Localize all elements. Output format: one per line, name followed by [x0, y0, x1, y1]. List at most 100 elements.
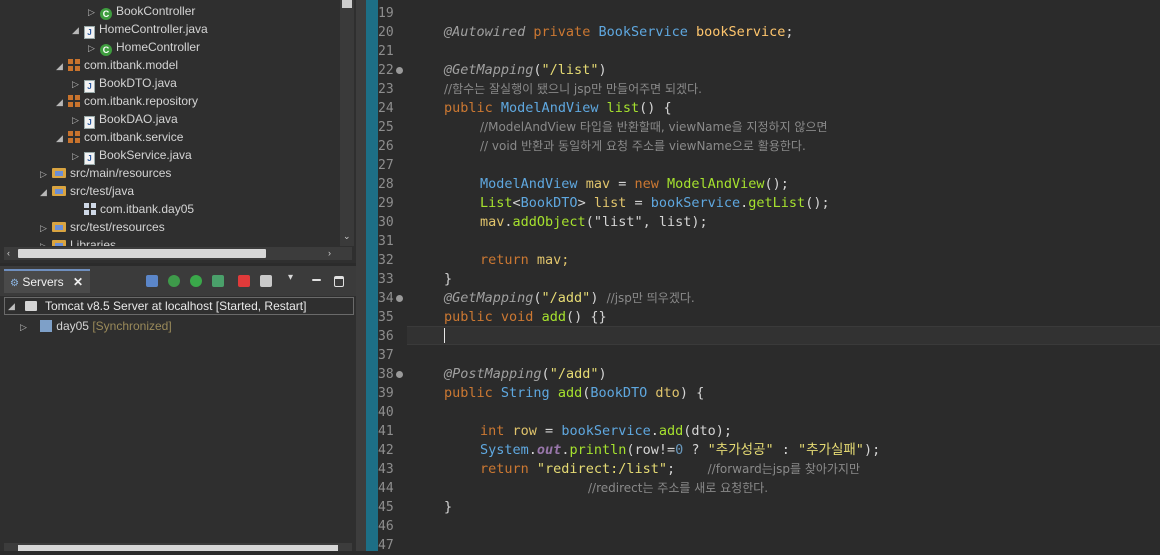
- code-line[interactable]: 30 mav.addObject("list", list);: [366, 213, 1160, 232]
- code-line[interactable]: 22 @GetMapping("/list"): [366, 61, 1160, 80]
- tree-item[interactable]: ◢ com.itbank.service: [56, 128, 183, 146]
- tree-item[interactable]: ▷ C HomeController: [88, 38, 200, 56]
- tree-item[interactable]: ▷ C BookController: [88, 2, 195, 20]
- code-line[interactable]: 32 return mav;: [366, 251, 1160, 270]
- publish-icon[interactable]: [260, 275, 272, 287]
- tree-item-label: com.itbank.service: [84, 130, 184, 144]
- method-name: add: [557, 385, 583, 401]
- code-line[interactable]: 24 public ModelAndView list() {: [366, 99, 1160, 118]
- scroll-down-icon[interactable]: ⌄: [343, 231, 351, 242]
- tree-item[interactable]: ◢ J HomeController.java: [72, 20, 208, 39]
- punctuation: ) {: [679, 385, 705, 401]
- arguments: (dto);: [683, 423, 733, 439]
- code-line[interactable]: 23 //함수는 잘실행이 됐으니 jsp만 만들어주면 되겠다.: [366, 80, 1160, 99]
- code-line[interactable]: 42 System.out.println(row!=0 ? "추가성공" : "…: [366, 441, 1160, 460]
- fold-icon[interactable]: [396, 67, 403, 74]
- vertical-scrollbar[interactable]: ⌄: [340, 0, 354, 246]
- tab-servers[interactable]: ⚙ Servers ✕: [4, 269, 90, 293]
- collapse-arrow-icon[interactable]: ◢: [56, 129, 68, 147]
- tree-item[interactable]: ◢ src/test/java: [40, 182, 134, 200]
- view-menu-icon[interactable]: ▾: [288, 272, 300, 284]
- object-ref: bookService: [650, 195, 741, 211]
- server-module[interactable]: ▷ day05 [Synchronized]: [20, 317, 172, 335]
- tree-item[interactable]: ▷ J BookService.java: [72, 146, 192, 165]
- scroll-right-icon[interactable]: ›: [328, 248, 331, 258]
- close-icon[interactable]: ✕: [73, 275, 83, 289]
- code-line[interactable]: 31: [366, 232, 1160, 251]
- tree-item[interactable]: ▷ J BookDTO.java: [72, 74, 177, 93]
- code-line[interactable]: 21: [366, 42, 1160, 61]
- scroll-thumb[interactable]: [342, 0, 352, 8]
- view-splitter[interactable]: [356, 0, 366, 551]
- expand-arrow-icon[interactable]: ▷: [40, 165, 52, 183]
- expand-arrow-icon[interactable]: ▷: [72, 75, 84, 93]
- code-line[interactable]: 46: [366, 517, 1160, 536]
- code-line[interactable]: 43 return "redirect:/list"; //forward는jsp…: [366, 460, 1160, 479]
- code-line[interactable]: 39 public String add(BookDTO dto) {: [366, 384, 1160, 403]
- code-line[interactable]: 27: [366, 156, 1160, 175]
- code-line[interactable]: 36: [366, 327, 407, 346]
- expand-arrow-icon[interactable]: ▷: [88, 3, 100, 21]
- minimize-icon[interactable]: [312, 279, 321, 281]
- code-line[interactable]: 37: [366, 346, 1160, 365]
- collapse-arrow-icon[interactable]: ◢: [72, 21, 84, 39]
- tree-item[interactable]: ◢ com.itbank.model: [56, 56, 178, 74]
- stop-server-icon[interactable]: [238, 275, 250, 287]
- code-line[interactable]: 19: [366, 4, 1160, 23]
- tree-item[interactable]: ▷ src/main/resources: [40, 164, 171, 182]
- code-line[interactable]: 20 @Autowired private BookService bookSer…: [366, 23, 1160, 42]
- keyword: int: [480, 423, 505, 439]
- expand-arrow-icon[interactable]: ▷: [72, 111, 84, 129]
- maximize-icon[interactable]: [334, 276, 344, 287]
- tree-item[interactable]: ▷ J BookDAO.java: [72, 110, 178, 129]
- new-server-icon[interactable]: [146, 275, 158, 287]
- fold-icon[interactable]: [396, 295, 403, 302]
- method-call: getList: [748, 195, 806, 211]
- code-editor[interactable]: 19 20 @Autowired private BookService book…: [366, 0, 1160, 553]
- tree-item[interactable]: ◢ com.itbank.repository: [56, 92, 198, 110]
- module-icon: [40, 320, 53, 332]
- code-line[interactable]: 41 int row = bookService.add(dto);: [366, 422, 1160, 441]
- tree-item[interactable]: ▷ src/test/resources: [40, 218, 165, 236]
- tree-item[interactable]: com.itbank.day05: [72, 200, 194, 218]
- tomcat-server-icon: [25, 301, 37, 311]
- expand-arrow-icon[interactable]: ▷: [88, 39, 100, 57]
- scroll-left-icon[interactable]: ‹: [7, 248, 10, 258]
- collapse-arrow-icon[interactable]: ◢: [56, 57, 68, 75]
- code-line[interactable]: 35 public void add() {}: [366, 308, 1160, 327]
- code-line[interactable]: 29 List<BookDTO> list = bookService.getLi…: [366, 194, 1160, 213]
- expand-arrow-icon[interactable]: ▷: [72, 147, 84, 165]
- keyword: return: [480, 252, 529, 268]
- collapse-arrow-icon[interactable]: ◢: [8, 298, 15, 314]
- code-line[interactable]: 45}: [366, 498, 1160, 517]
- expand-arrow-icon[interactable]: ▷: [40, 219, 52, 237]
- scroll-thumb[interactable]: [18, 545, 338, 551]
- collapse-arrow-icon[interactable]: ◢: [40, 183, 52, 201]
- expand-arrow-icon[interactable]: ▷: [40, 237, 52, 246]
- type-name: String: [500, 385, 550, 401]
- expand-arrow-icon[interactable]: ▷: [20, 322, 27, 332]
- start-server-icon[interactable]: [190, 275, 202, 287]
- static-field: out: [536, 442, 562, 458]
- profile-icon[interactable]: [212, 275, 224, 287]
- horizontal-scrollbar[interactable]: ‹ ›: [4, 247, 352, 260]
- line-number: 31: [378, 234, 394, 249]
- horizontal-scrollbar[interactable]: [4, 543, 352, 551]
- fold-icon[interactable]: [396, 371, 403, 378]
- code-line[interactable]: 28 ModelAndView mav = new ModelAndView();: [366, 175, 1160, 194]
- collapse-arrow-icon[interactable]: ◢: [56, 93, 68, 111]
- line-number: 44: [378, 481, 394, 496]
- code-line[interactable]: 47: [366, 536, 1160, 555]
- code-line[interactable]: 34 @GetMapping("/add") //jsp만 띄우겠다.: [366, 289, 1160, 308]
- code-line[interactable]: 26 // void 반환과 동일하게 요청 주소를 viewName으로 활용한…: [366, 137, 1160, 156]
- code-line[interactable]: 44 //redirect는 주소를 새로 요청한다.: [366, 479, 1160, 498]
- server-entry[interactable]: ◢ Tomcat v8.5 Server at localhost [Start…: [4, 297, 354, 315]
- code-line[interactable]: 25 //ModelAndView 타입을 반환할때, viewName을 지정하…: [366, 118, 1160, 137]
- code-line[interactable]: 40: [366, 403, 1160, 422]
- code-line[interactable]: 33}: [366, 270, 1160, 289]
- tree-item[interactable]: ▷ Libraries: [40, 236, 116, 246]
- current-line[interactable]: [407, 326, 1160, 345]
- scroll-thumb[interactable]: [18, 249, 266, 258]
- debug-icon[interactable]: [168, 275, 180, 287]
- code-line[interactable]: 38 @PostMapping("/add"): [366, 365, 1160, 384]
